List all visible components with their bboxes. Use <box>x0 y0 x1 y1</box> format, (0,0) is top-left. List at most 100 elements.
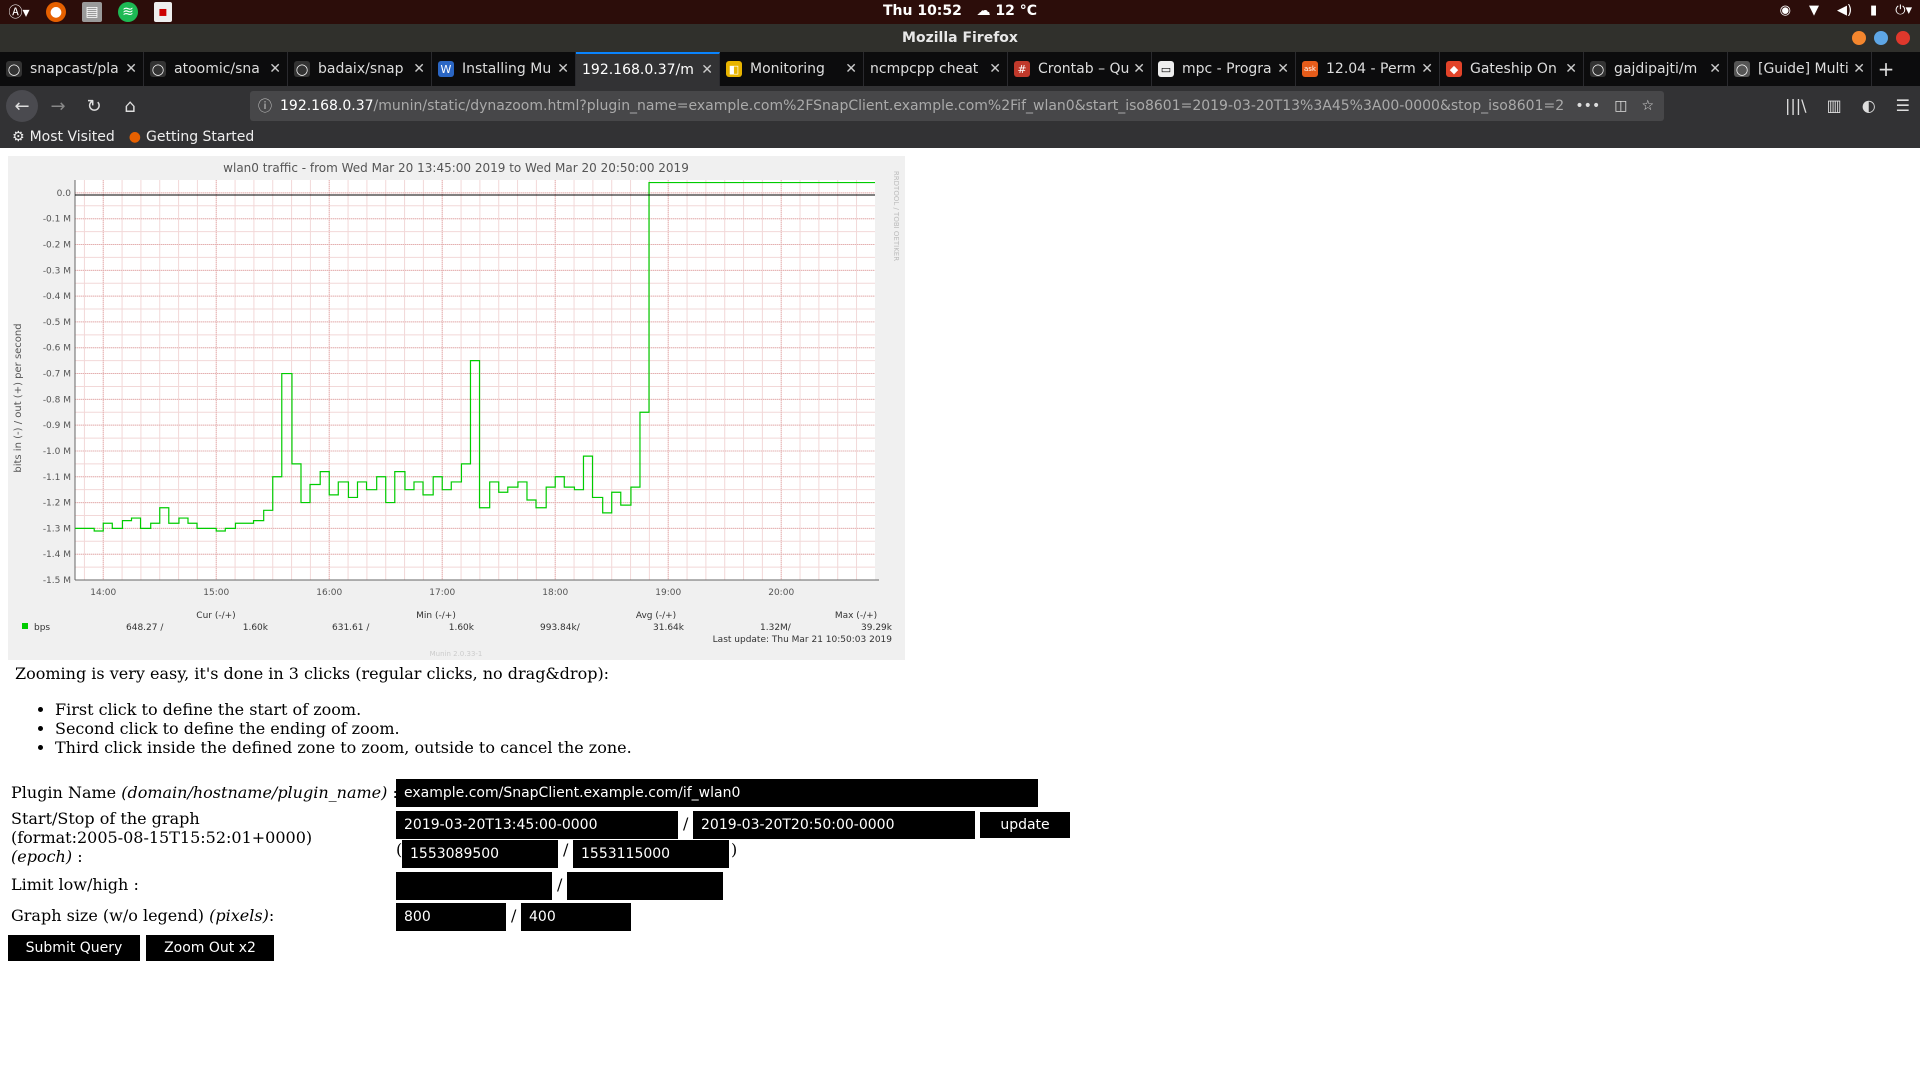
stop-epoch-input[interactable]: 1553115000 <box>573 840 729 868</box>
reload-button[interactable]: ↻ <box>78 90 110 122</box>
y-tick-label: -1.3 M <box>43 524 71 534</box>
tab-favicon-icon: # <box>1014 61 1030 77</box>
tab-7[interactable]: # Crontab – Qu ✕ <box>1008 52 1152 86</box>
separator: / <box>511 906 517 925</box>
graph-width-input[interactable]: 800 <box>396 903 506 931</box>
tab-label: Gateship On <box>1470 61 1557 77</box>
munin-version: Munin 2.0.33-1 <box>430 650 483 658</box>
stop-iso-input[interactable]: 2019-03-20T20:50:00-0000 <box>693 811 975 839</box>
tab-0[interactable]: ◯ snapcast/pla ✕ <box>0 52 144 86</box>
y-tick-label: 0.0 <box>57 189 72 199</box>
x-tick-label: 17:00 <box>429 588 455 598</box>
tab-5[interactable]: ◧ Monitoring ✕ <box>720 52 864 86</box>
tab-close-icon[interactable]: ✕ <box>557 61 569 77</box>
url-text[interactable]: 192.168.0.37/munin/static/dynazoom.html?… <box>280 98 1565 114</box>
tab-close-icon[interactable]: ✕ <box>845 61 857 77</box>
page-actions-icon[interactable]: ••• <box>1575 98 1600 114</box>
accessibility-icon[interactable]: ◉ <box>1780 3 1791 18</box>
clock-weather[interactable]: Thu 10:52 ☁ 12 °C <box>0 3 1920 19</box>
tab-label: ncmpcpp cheat <box>870 61 979 77</box>
y-tick-label: -0.8 M <box>43 395 71 405</box>
last-update: Last update: Thu Mar 21 10:50:03 2019 <box>713 635 893 645</box>
tab-label: snapcast/pla <box>30 61 119 77</box>
tab-close-icon[interactable]: ✕ <box>1133 61 1145 77</box>
chart-watermark: RRDTOOL / TOBI OETIKER <box>892 171 900 261</box>
update-button[interactable]: update <box>980 812 1070 838</box>
x-tick-label: 18:00 <box>542 588 568 598</box>
tab-close-icon[interactable]: ✕ <box>125 61 137 77</box>
maximize-button[interactable] <box>1874 31 1888 45</box>
tab-11[interactable]: ◯ gajdipajti/m ✕ <box>1584 52 1728 86</box>
tab-close-icon[interactable]: ✕ <box>1565 61 1577 77</box>
url-bar[interactable]: ⓘ 192.168.0.37/munin/static/dynazoom.htm… <box>250 91 1664 121</box>
legend-header-min: Min (-/+) <box>416 611 456 621</box>
wifi-icon[interactable]: ▼ <box>1809 3 1819 18</box>
back-button[interactable]: ← <box>6 90 38 122</box>
graph-height-input[interactable]: 400 <box>521 903 631 931</box>
zoom-instructions: First click to define the start of zoom.… <box>55 700 632 757</box>
zoom-out-button[interactable]: Zoom Out x2 <box>146 935 274 961</box>
separator: / <box>563 840 569 859</box>
library-icon[interactable]: |||\ <box>1785 96 1807 115</box>
tab-favicon-icon: ask <box>1302 61 1318 77</box>
info-icon[interactable]: ⓘ <box>250 96 280 116</box>
tab-close-icon[interactable]: ✕ <box>413 61 425 77</box>
tab-4[interactable]: 192.168.0.37/m ✕ <box>576 52 720 86</box>
tab-favicon-icon: ◯ <box>6 61 22 77</box>
home-button[interactable]: ⌂ <box>114 90 146 122</box>
window-titlebar: Mozilla Firefox <box>0 24 1920 52</box>
limit-high-input[interactable] <box>567 872 723 900</box>
legend-header-max: Max (-/+) <box>835 611 877 621</box>
y-tick-label: -1.2 M <box>43 499 71 509</box>
tab-label: mpc - Progra <box>1182 61 1272 77</box>
start-iso-input[interactable]: 2019-03-20T13:45:00-0000 <box>396 811 678 839</box>
tab-10[interactable]: ◆ Gateship On ✕ <box>1440 52 1584 86</box>
submit-query-button[interactable]: Submit Query <box>8 935 140 961</box>
new-tab-button[interactable]: + <box>1872 52 1900 86</box>
tab-8[interactable]: ▭ mpc - Progra ✕ <box>1152 52 1296 86</box>
tab-close-icon[interactable]: ✕ <box>1709 61 1721 77</box>
tab-2[interactable]: ◯ badaix/snap ✕ <box>288 52 432 86</box>
firefox-icon: ● <box>128 129 141 145</box>
y-tick-label: -1.0 M <box>43 447 71 457</box>
tab-favicon-icon: ◧ <box>726 61 742 77</box>
traffic-chart[interactable]: wlan0 traffic - from Wed Mar 20 13:45:00… <box>8 156 905 660</box>
tab-close-icon[interactable]: ✕ <box>269 61 281 77</box>
tab-close-icon[interactable]: ✕ <box>1421 61 1433 77</box>
pocket-icon[interactable]: ◫ <box>1614 98 1627 114</box>
legend-header-avg: Avg (-/+) <box>636 611 676 621</box>
tab-6[interactable]: ncmpcpp cheat ✕ <box>864 52 1008 86</box>
minimize-button[interactable] <box>1852 31 1866 45</box>
tab-close-icon[interactable]: ✕ <box>989 61 1001 77</box>
sidebar-icon[interactable]: ▥ <box>1827 96 1842 115</box>
volume-icon[interactable]: ◀) <box>1837 3 1852 18</box>
x-tick-label: 20:00 <box>768 588 794 598</box>
tab-close-icon[interactable]: ✕ <box>1853 61 1865 77</box>
power-icon[interactable]: ⏻▾ <box>1895 3 1912 18</box>
bookmark-most-visited[interactable]: ⚙ Most Visited <box>12 129 115 145</box>
tab-1[interactable]: ◯ atoomic/sna ✕ <box>144 52 288 86</box>
tab-label: [Guide] Multi <box>1758 61 1849 77</box>
y-tick-label: -0.2 M <box>43 241 71 251</box>
battery-icon[interactable]: ▮ <box>1870 3 1877 18</box>
bookmark-star-icon[interactable]: ☆ <box>1641 98 1654 114</box>
bookmark-getting-started[interactable]: ● Getting Started <box>129 129 254 145</box>
limit-low-input[interactable] <box>396 872 552 900</box>
extension-icon[interactable]: ◐ <box>1862 96 1876 115</box>
list-item: First click to define the start of zoom. <box>55 700 632 719</box>
tab-close-icon[interactable]: ✕ <box>1277 61 1289 77</box>
tab-12[interactable]: ◯ [Guide] Multi ✕ <box>1728 52 1872 86</box>
menu-icon[interactable]: ☰ <box>1896 96 1910 115</box>
munin-graph[interactable]: wlan0 traffic - from Wed Mar 20 13:45:00… <box>8 156 905 660</box>
tab-3[interactable]: W Installing Mu ✕ <box>432 52 576 86</box>
tab-close-icon[interactable]: ✕ <box>701 62 713 78</box>
bookmarks-toolbar: ⚙ Most Visited ● Getting Started <box>0 126 1920 148</box>
chart-ylabel: bits in (-) / out (+) per second <box>13 323 24 472</box>
tab-9[interactable]: ask 12.04 - Perm ✕ <box>1296 52 1440 86</box>
forward-button[interactable]: → <box>42 90 74 122</box>
start-epoch-input[interactable]: 1553089500 <box>402 840 558 868</box>
paren-close: ) <box>731 840 738 859</box>
plugin-name-input[interactable]: example.com/SnapClient.example.com/if_wl… <box>396 779 1038 807</box>
close-button[interactable] <box>1896 31 1910 45</box>
legend-min-in: 631.61 / <box>332 623 370 633</box>
